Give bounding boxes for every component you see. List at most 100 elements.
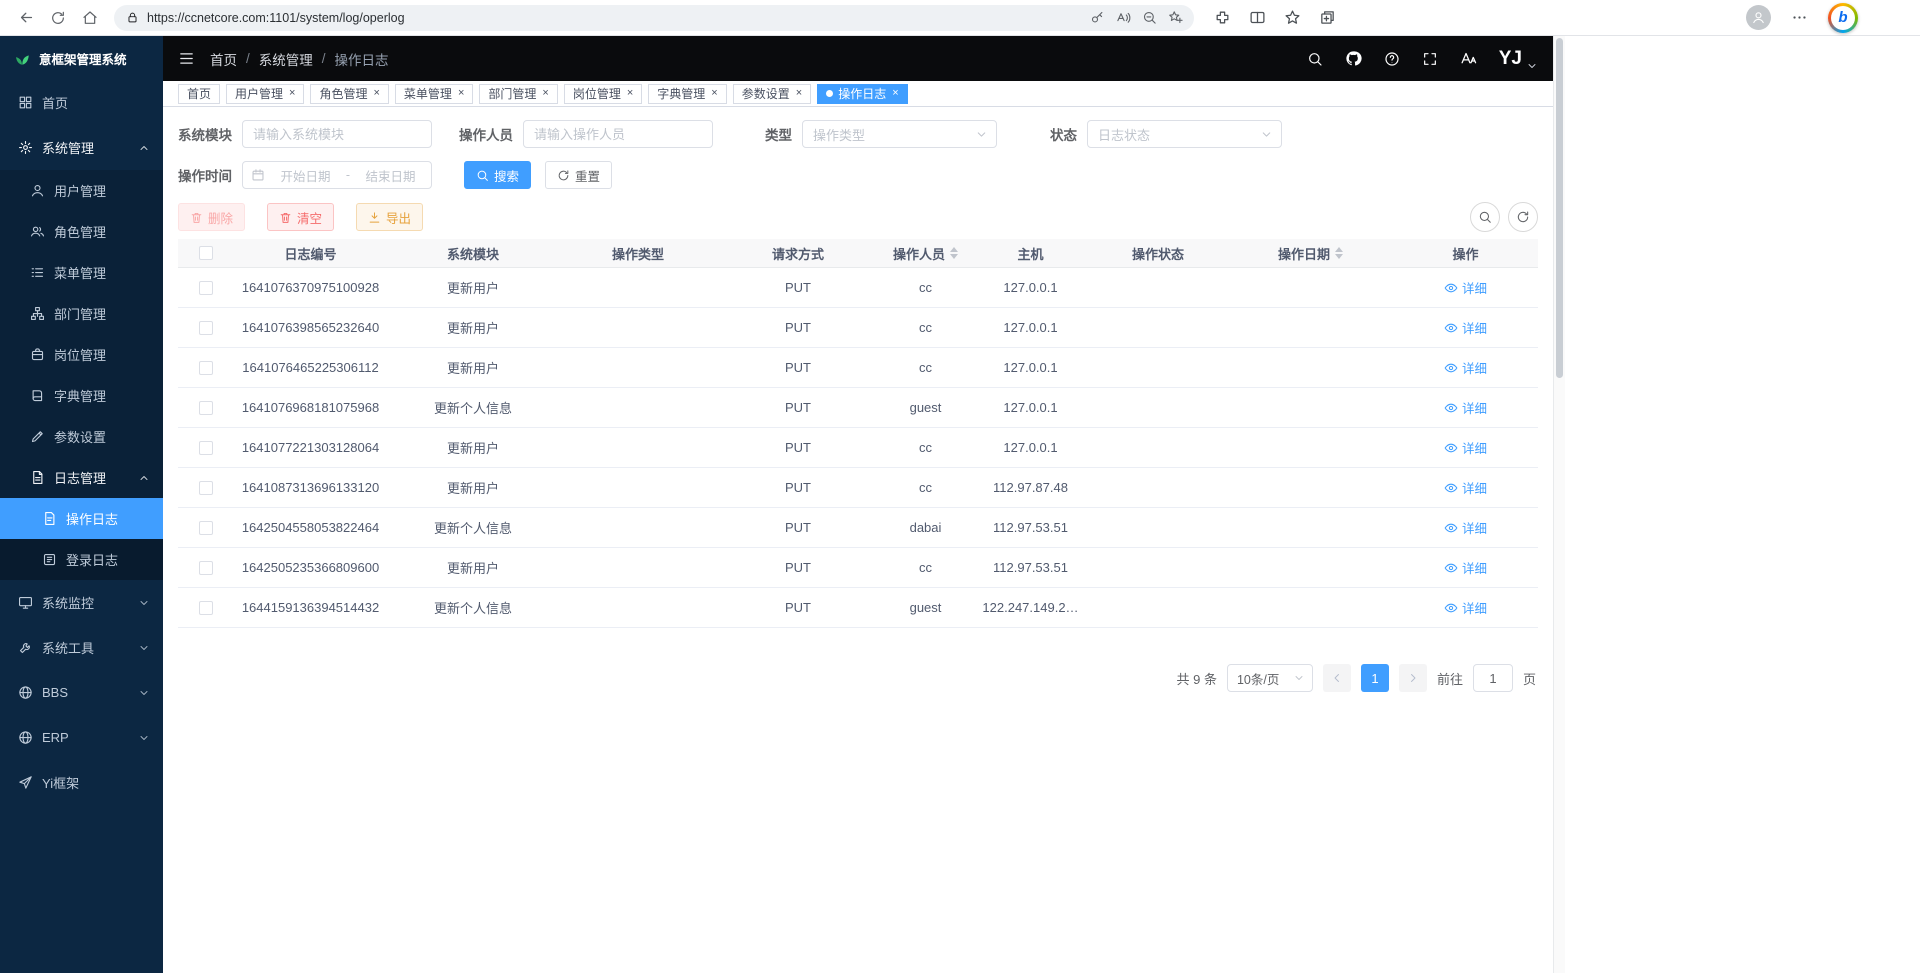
row-checkbox[interactable] [199, 441, 213, 455]
toggle-search-button[interactable] [1470, 202, 1500, 232]
end-date[interactable]: 结束日期 [358, 166, 423, 185]
tab-close-icon[interactable]: × [796, 88, 802, 99]
sidebar-item-system-monitor[interactable]: 系统监控 [0, 580, 163, 625]
tab-dict-mgmt[interactable]: 字典管理× [648, 84, 726, 104]
tab-menu-mgmt[interactable]: 菜单管理× [395, 84, 473, 104]
page-size-select[interactable]: 10条/页 [1227, 664, 1313, 692]
tab-close-icon[interactable]: × [711, 88, 717, 99]
module-input[interactable] [242, 120, 432, 148]
sidebar-item-log-mgmt[interactable]: 日志管理 [0, 457, 163, 498]
password-key-icon[interactable] [1084, 6, 1110, 30]
sidebar-item-login-log[interactable]: 登录日志 [0, 539, 163, 580]
sidebar-item-dept-mgmt[interactable]: 部门管理 [0, 293, 163, 334]
sort-icon[interactable] [950, 247, 958, 259]
sidebar-item-post-mgmt[interactable]: 岗位管理 [0, 334, 163, 375]
scrollbar-thumb[interactable] [1556, 38, 1563, 378]
detail-link[interactable]: 详细 [1444, 438, 1487, 457]
sidebar-item-menu-mgmt[interactable]: 菜单管理 [0, 252, 163, 293]
row-checkbox[interactable] [199, 561, 213, 575]
tab-post-mgmt[interactable]: 岗位管理× [564, 84, 642, 104]
row-checkbox[interactable] [199, 401, 213, 415]
tab-close-icon[interactable]: × [542, 88, 548, 99]
sidebar-item-system-tools[interactable]: 系统工具 [0, 625, 163, 670]
current-page[interactable]: 1 [1361, 664, 1389, 692]
fullscreen-icon[interactable] [1422, 51, 1438, 67]
sidebar-item-yi-framework[interactable]: Yi框架 [0, 760, 163, 805]
split-screen-icon[interactable] [1249, 9, 1266, 26]
browser-home-button[interactable] [74, 3, 106, 33]
reset-button[interactable]: 重置 [545, 161, 612, 189]
url-text[interactable]: https://ccnetcore.com:1101/system/log/op… [147, 11, 1084, 25]
row-checkbox[interactable] [199, 521, 213, 535]
column-header-date[interactable]: 操作日期 [1228, 244, 1393, 263]
detail-link[interactable]: 详细 [1444, 278, 1487, 297]
sidebar-item-param-settings[interactable]: 参数设置 [0, 416, 163, 457]
search-icon[interactable] [1307, 51, 1323, 67]
browser-back-button[interactable] [10, 3, 42, 33]
app-logo[interactable]: 意框架管理系统 [0, 36, 163, 80]
clear-button[interactable]: 清空 [267, 203, 334, 231]
tab-close-icon[interactable]: × [289, 88, 295, 99]
favorites-icon[interactable] [1284, 9, 1301, 26]
sidebar-item-role-mgmt[interactable]: 角色管理 [0, 211, 163, 252]
tab-home[interactable]: 首页 [178, 84, 220, 104]
detail-link[interactable]: 详细 [1444, 398, 1487, 417]
detail-link[interactable]: 详细 [1444, 518, 1487, 537]
next-page-button[interactable] [1399, 664, 1427, 692]
tab-close-icon[interactable]: × [892, 88, 898, 99]
row-checkbox[interactable] [199, 281, 213, 295]
breadcrumb-home[interactable]: 首页 [210, 49, 237, 69]
select-all-checkbox[interactable] [199, 246, 213, 260]
detail-link[interactable]: 详细 [1444, 598, 1487, 617]
row-checkbox[interactable] [199, 321, 213, 335]
browser-profile-avatar[interactable] [1746, 5, 1771, 30]
user-menu[interactable]: YJ [1499, 49, 1538, 68]
sidebar-toggle-icon[interactable] [178, 50, 195, 67]
date-range-picker[interactable]: 开始日期 - 结束日期 [242, 161, 432, 189]
goto-page-input[interactable] [1473, 664, 1513, 692]
breadcrumb-system-mgmt[interactable]: 系统管理 [259, 49, 313, 69]
add-favorite-icon[interactable] [1162, 6, 1188, 30]
row-checkbox[interactable] [199, 361, 213, 375]
tab-close-icon[interactable]: × [373, 88, 379, 99]
refresh-table-button[interactable] [1508, 202, 1538, 232]
tab-user-mgmt[interactable]: 用户管理× [226, 84, 304, 104]
detail-link[interactable]: 详细 [1444, 318, 1487, 337]
sidebar-item-dict-mgmt[interactable]: 字典管理 [0, 375, 163, 416]
tab-close-icon[interactable]: × [627, 88, 633, 99]
sidebar-item-system-mgmt[interactable]: 系统管理 [0, 125, 163, 170]
sort-icon[interactable] [1335, 247, 1343, 259]
tab-param-settings[interactable]: 参数设置× [733, 84, 811, 104]
prev-page-button[interactable] [1323, 664, 1351, 692]
detail-link[interactable]: 详细 [1444, 358, 1487, 377]
font-size-icon[interactable] [1460, 50, 1477, 67]
detail-link[interactable]: 详细 [1444, 558, 1487, 577]
browser-refresh-button[interactable] [42, 3, 74, 33]
github-icon[interactable] [1345, 50, 1362, 67]
export-button[interactable]: 导出 [356, 203, 423, 231]
zoom-out-icon[interactable] [1136, 6, 1162, 30]
sidebar-item-home[interactable]: 首页 [0, 80, 163, 125]
start-date[interactable]: 开始日期 [273, 166, 338, 185]
operator-input[interactable] [523, 120, 713, 148]
column-header-operator[interactable]: 操作人员 [878, 244, 973, 263]
delete-button[interactable]: 删除 [178, 203, 245, 231]
help-icon[interactable] [1384, 51, 1400, 67]
search-button[interactable]: 搜索 [464, 161, 531, 189]
type-select[interactable]: 操作类型 [802, 120, 997, 148]
read-aloud-icon[interactable] [1110, 6, 1136, 30]
sidebar-item-oper-log[interactable]: 操作日志 [0, 498, 163, 539]
sidebar-item-erp[interactable]: ERP [0, 715, 163, 760]
extensions-icon[interactable] [1214, 9, 1231, 26]
tab-dept-mgmt[interactable]: 部门管理× [479, 84, 557, 104]
bing-copilot-icon[interactable]: b [1828, 3, 1858, 33]
tab-oper-log[interactable]: 操作日志× [817, 84, 907, 104]
tab-role-mgmt[interactable]: 角色管理× [310, 84, 388, 104]
collections-icon[interactable] [1319, 9, 1336, 26]
site-lock-icon[interactable] [126, 11, 139, 24]
sidebar-item-bbs[interactable]: BBS [0, 670, 163, 715]
row-checkbox[interactable] [199, 601, 213, 615]
page-scrollbar[interactable] [1553, 36, 1565, 973]
browser-more-icon[interactable] [1791, 9, 1808, 26]
detail-link[interactable]: 详细 [1444, 478, 1487, 497]
